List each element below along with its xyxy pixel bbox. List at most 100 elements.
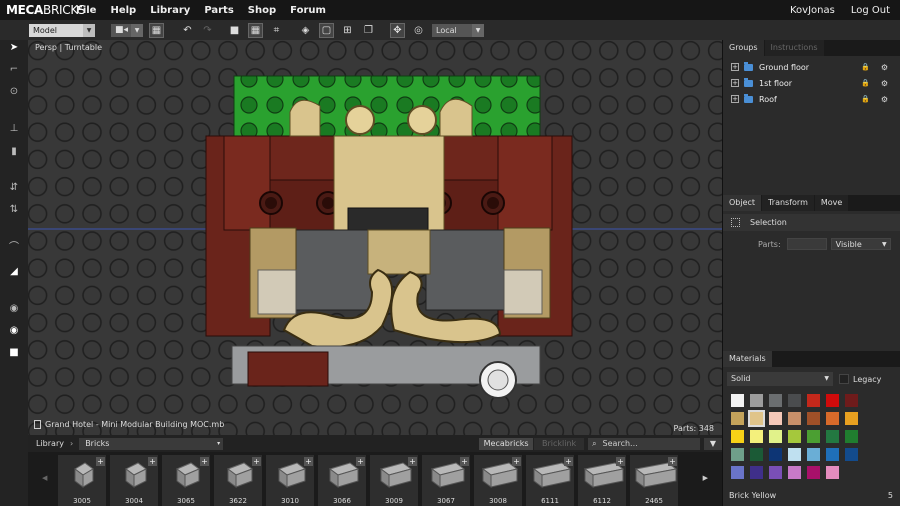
lock-icon[interactable]: 🔒	[861, 63, 870, 71]
color-swatch[interactable]	[731, 394, 744, 407]
expand-icon[interactable]: +	[731, 95, 739, 103]
part-tile[interactable]: +3010	[266, 455, 314, 506]
rotate-gizmo-button[interactable]: ◎	[411, 23, 426, 38]
menu-help[interactable]: Help	[110, 5, 136, 16]
part-tile[interactable]: +6112	[578, 455, 626, 506]
source-tab-bricklink[interactable]: Bricklink	[534, 437, 585, 450]
delete-tool[interactable]: ▮	[7, 146, 21, 158]
category-select[interactable]: Bricks ▾	[79, 437, 224, 450]
color-swatch[interactable]	[769, 394, 782, 407]
group-row[interactable]: + 1st floor 🔒 ⚙	[723, 75, 900, 91]
tab-move[interactable]: Move	[814, 195, 849, 211]
color-swatch[interactable]	[826, 430, 839, 443]
logout-link[interactable]: Log Out	[851, 5, 890, 16]
lock-icon[interactable]: 🔒	[861, 95, 870, 103]
gear-icon[interactable]: ⚙	[881, 79, 888, 88]
color-swatch[interactable]	[748, 410, 765, 427]
add-part-icon[interactable]: +	[252, 457, 261, 466]
gear-icon[interactable]: ⚙	[881, 95, 888, 104]
color-swatch[interactable]	[807, 448, 820, 461]
add-part-icon[interactable]: +	[356, 457, 365, 466]
part-tile[interactable]: +3065	[162, 455, 210, 506]
library-label[interactable]: Library	[36, 439, 64, 448]
color-swatch[interactable]	[731, 430, 744, 443]
color-swatch[interactable]	[826, 448, 839, 461]
space-select[interactable]: Local ▼	[432, 23, 484, 37]
part-tile[interactable]: +3009	[370, 455, 418, 506]
tab-groups[interactable]: Groups	[723, 40, 764, 56]
expand-icon[interactable]: +	[731, 63, 739, 71]
add-part-icon[interactable]: +	[460, 457, 469, 466]
color-swatch[interactable]	[750, 448, 763, 461]
lock-icon[interactable]: 🔒	[861, 79, 870, 87]
part-tile[interactable]: +3066	[318, 455, 366, 506]
gear-icon[interactable]: ⚙	[881, 63, 888, 72]
color-swatch[interactable]	[807, 412, 820, 425]
part-tile[interactable]: +6111	[526, 455, 574, 506]
parts-field[interactable]	[786, 238, 827, 250]
color-swatch[interactable]	[788, 394, 801, 407]
color-swatch[interactable]	[826, 412, 839, 425]
menu-library[interactable]: Library	[150, 5, 190, 16]
pointer-tool[interactable]: ➤	[7, 42, 21, 54]
color-swatch[interactable]	[845, 430, 858, 443]
stack-tool[interactable]: ⇵	[7, 182, 21, 194]
cubes-button[interactable]: ❐	[361, 23, 376, 38]
color-swatch[interactable]	[788, 412, 801, 425]
part-tile[interactable]: +3005	[58, 455, 106, 506]
undo-button[interactable]: ↶	[180, 23, 195, 38]
color-swatch[interactable]	[769, 430, 782, 443]
add-part-icon[interactable]: +	[304, 457, 313, 466]
part-tile[interactable]: +3008	[474, 455, 522, 506]
color-swatch[interactable]	[845, 394, 858, 407]
add-part-icon[interactable]: +	[616, 457, 625, 466]
camera-select[interactable]: ■◂ ▼	[111, 23, 143, 37]
move-gizmo-button[interactable]: ✥	[390, 22, 405, 38]
menu-parts[interactable]: Parts	[204, 5, 233, 16]
part-tile[interactable]: +3004	[110, 455, 158, 506]
add-part-icon[interactable]: +	[564, 457, 573, 466]
tab-transform[interactable]: Transform	[762, 195, 814, 211]
screenshot-tool[interactable]: ■	[7, 347, 21, 359]
material-type-select[interactable]: Solid ▼	[727, 372, 833, 386]
color-swatch[interactable]	[807, 430, 820, 443]
color-swatch[interactable]	[788, 430, 801, 443]
color-swatch[interactable]	[769, 448, 782, 461]
menu-forum[interactable]: Forum	[290, 5, 326, 16]
mode-select[interactable]: Model ▼	[29, 23, 95, 37]
color-swatch[interactable]	[845, 412, 858, 425]
color-swatch[interactable]	[788, 466, 801, 479]
cube-button[interactable]: ◈	[298, 23, 313, 38]
select-box-button[interactable]: ■	[227, 23, 242, 38]
3d-viewport[interactable]: Persp | Turntable Grand Hotel - Mini Mod…	[28, 40, 722, 435]
tab-instructions[interactable]: Instructions	[764, 40, 824, 56]
show-tool[interactable]: ◉	[7, 325, 21, 337]
expand-icon[interactable]: +	[731, 79, 739, 87]
filter-button[interactable]: ▼	[704, 437, 722, 450]
clone-tool[interactable]: ⊥	[7, 123, 21, 135]
scroll-left-icon[interactable]: ◀	[42, 474, 47, 482]
scroll-right-icon[interactable]: ▶	[703, 474, 708, 482]
hide-tool[interactable]: ◉	[7, 303, 21, 315]
color-swatch[interactable]	[807, 394, 820, 407]
add-part-icon[interactable]: +	[512, 457, 521, 466]
color-swatch[interactable]	[769, 466, 782, 479]
redo-button[interactable]: ↷	[200, 23, 215, 38]
tab-object[interactable]: Object	[723, 195, 762, 211]
color-swatch[interactable]	[826, 466, 839, 479]
add-part-icon[interactable]: +	[148, 457, 157, 466]
grid-toggle-button[interactable]: ▦	[149, 22, 164, 38]
source-tab-mecabricks[interactable]: Mecabricks	[479, 437, 534, 450]
menu-file[interactable]: File	[76, 5, 96, 16]
group-row[interactable]: + Ground floor 🔒 ⚙	[723, 59, 900, 75]
hinge-tool[interactable]: ⇅	[7, 204, 21, 216]
select-grid-button[interactable]: ▦	[248, 22, 263, 38]
viewport-canvas[interactable]	[28, 40, 722, 435]
color-swatch[interactable]	[731, 466, 744, 479]
part-tile[interactable]: +2465	[630, 455, 678, 506]
color-swatch[interactable]	[826, 394, 839, 407]
color-swatch[interactable]	[807, 466, 820, 479]
part-tile[interactable]: +3622	[214, 455, 262, 506]
add-part-icon[interactable]: +	[668, 457, 677, 466]
menu-shop[interactable]: Shop	[248, 5, 276, 16]
